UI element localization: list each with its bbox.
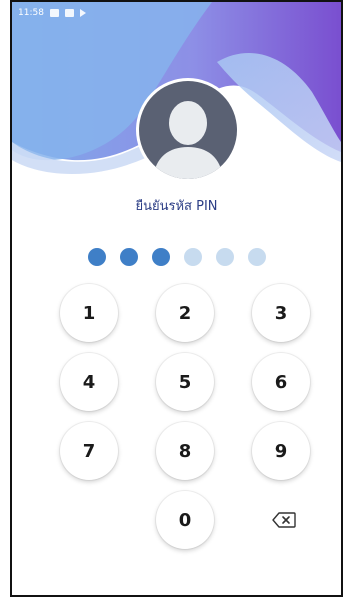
- phone-screen: 11:58 ยืนยันรหัส PIN 1 2 3 4 5 6 7 8 9 0: [10, 0, 343, 597]
- key-1[interactable]: 1: [60, 284, 118, 342]
- key-8[interactable]: 8: [156, 422, 214, 480]
- key-9[interactable]: 9: [252, 422, 310, 480]
- key-3[interactable]: 3: [252, 284, 310, 342]
- key-4[interactable]: 4: [60, 353, 118, 411]
- key-0[interactable]: 0: [156, 491, 214, 549]
- backspace-button[interactable]: [270, 509, 298, 531]
- key-5[interactable]: 5: [156, 353, 214, 411]
- key-6[interactable]: 6: [252, 353, 310, 411]
- key-7[interactable]: 7: [60, 422, 118, 480]
- number-keypad: 1 2 3 4 5 6 7 8 9 0: [12, 2, 341, 595]
- key-2[interactable]: 2: [156, 284, 214, 342]
- backspace-icon: [272, 512, 296, 528]
